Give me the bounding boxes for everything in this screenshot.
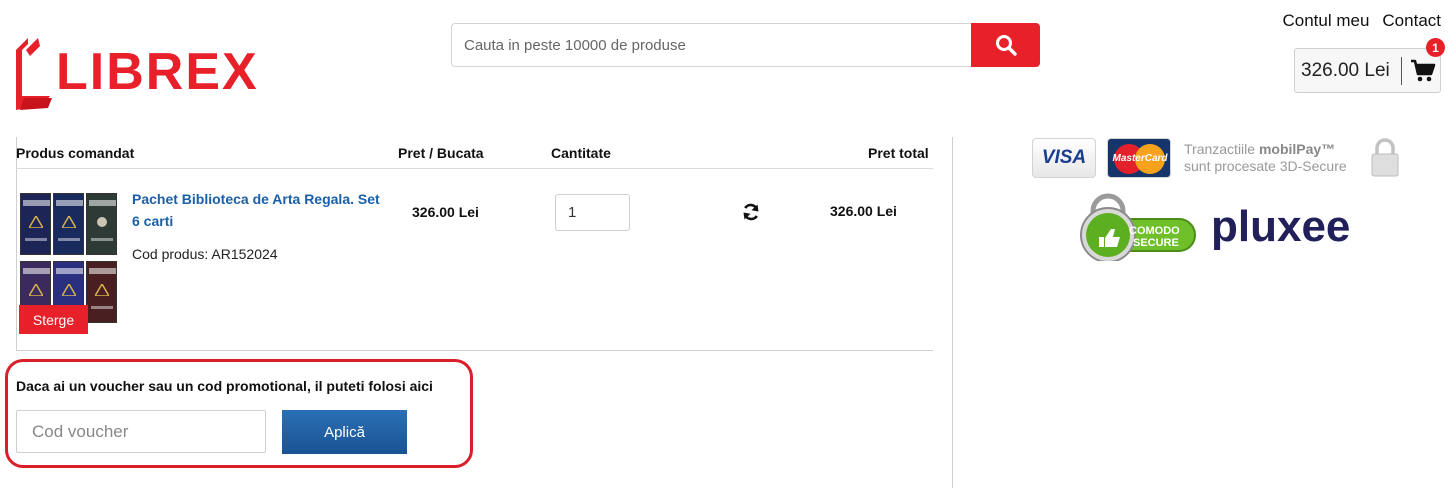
header-product: Produs comandat bbox=[16, 145, 135, 161]
account-link[interactable]: Contul meu bbox=[1282, 11, 1369, 31]
header-divider bbox=[16, 168, 933, 169]
voucher-input[interactable] bbox=[16, 410, 266, 453]
voucher-title: Daca ai un voucher sau un cod promotiona… bbox=[16, 378, 433, 394]
mastercard-label: MasterCard bbox=[1112, 153, 1168, 164]
mobilpay-brand: mobilPay™ bbox=[1258, 141, 1336, 157]
header-quantity: Cantitate bbox=[551, 145, 611, 161]
padlock-icon bbox=[1370, 137, 1400, 182]
delete-item-button[interactable]: Sterge bbox=[19, 305, 88, 334]
cart-divider bbox=[1401, 56, 1402, 85]
cart-icon bbox=[1410, 59, 1436, 83]
refresh-quantity-icon[interactable] bbox=[741, 202, 761, 227]
contact-link[interactable]: Contact bbox=[1382, 11, 1441, 31]
cart-total: 326.00 Lei bbox=[1301, 59, 1390, 81]
logo-mark-icon bbox=[16, 38, 52, 110]
product-code: Cod produs: AR152024 bbox=[132, 246, 278, 262]
header-unit-price: Pret / Bucata bbox=[398, 145, 484, 161]
product-name-link[interactable]: Pachet Biblioteca de Arta Regala. Set 6 … bbox=[132, 188, 382, 232]
search-input[interactable] bbox=[451, 23, 973, 67]
cart-button[interactable]: 326.00 Lei 1 bbox=[1294, 38, 1445, 93]
line-total: 326.00 Lei bbox=[830, 203, 897, 219]
table-bottom-divider bbox=[16, 350, 933, 351]
mobilpay-badge: Tranzactiile mobilPay™ sunt procesate 3D… bbox=[1184, 141, 1347, 175]
header-total: Pret total bbox=[868, 145, 929, 161]
logo-text: LIBREX bbox=[56, 43, 259, 101]
apply-voucher-button[interactable]: Aplică bbox=[282, 410, 407, 454]
librex-logo[interactable]: LIBREX bbox=[14, 36, 257, 112]
mastercard-badge: MasterCard bbox=[1107, 138, 1171, 178]
top-links: Contul meu Contact bbox=[1282, 11, 1441, 31]
search-icon bbox=[995, 35, 1017, 56]
search-bar bbox=[451, 23, 1040, 67]
mobilpay-prefix: Tranzactiile bbox=[1184, 141, 1259, 157]
mobilpay-secure-text: sunt procesate 3D-Secure bbox=[1184, 158, 1347, 174]
visa-badge: VISA bbox=[1032, 138, 1096, 178]
quantity-input[interactable] bbox=[555, 194, 630, 231]
comodo-label: COMODO bbox=[1129, 225, 1180, 237]
column-divider bbox=[952, 137, 953, 488]
search-button[interactable] bbox=[971, 23, 1040, 67]
unit-price: 326.00 Lei bbox=[412, 204, 479, 220]
cart-count-badge: 1 bbox=[1426, 38, 1445, 57]
comodo-secure-badge: COMODO SECURE bbox=[1077, 193, 1197, 266]
secure-label: SECURE bbox=[1133, 237, 1179, 249]
pluxee-logo: pluxee bbox=[1211, 202, 1351, 251]
